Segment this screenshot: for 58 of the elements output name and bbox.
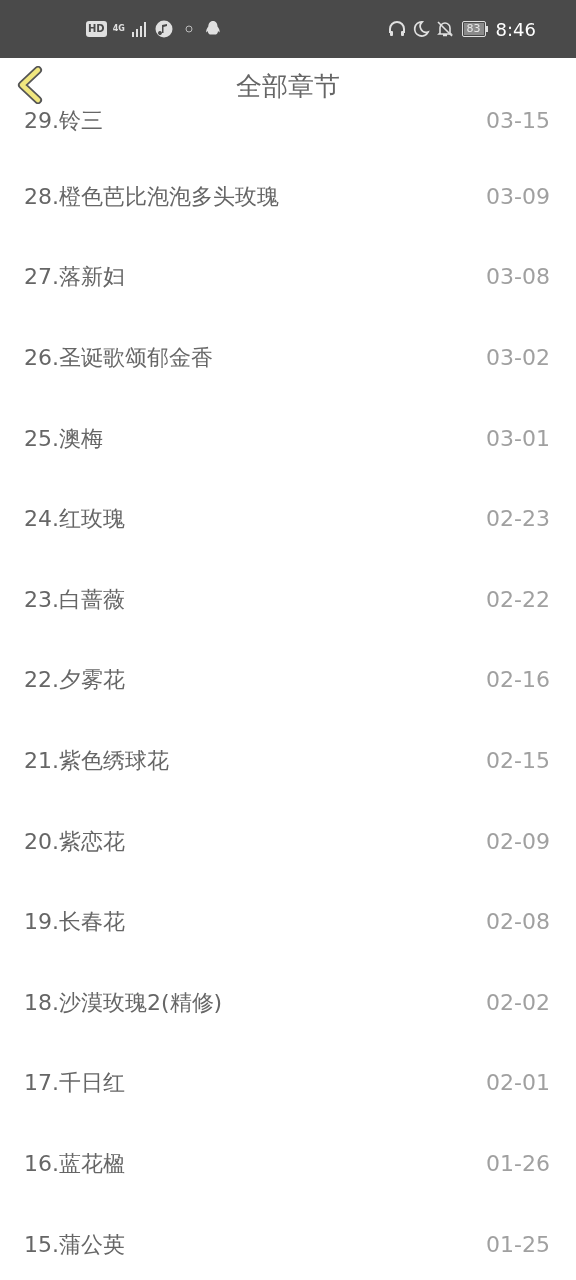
chapter-title: 26.圣诞歌颂郁金香 bbox=[24, 344, 213, 372]
chapter-row[interactable]: 18.沙漠玫瑰2(精修) 02-02 bbox=[0, 961, 576, 1043]
chapter-title: 16.蓝花楹 bbox=[24, 1149, 125, 1178]
clock: 8:46 bbox=[495, 17, 536, 42]
chapter-title: 24.红玫瑰 bbox=[24, 505, 125, 534]
bell-off-icon bbox=[435, 20, 454, 38]
chapter-row[interactable]: 20.紫恋花 02-09 bbox=[0, 800, 576, 882]
chapter-date: 02-22 bbox=[486, 585, 550, 614]
chapter-date: 02-08 bbox=[486, 908, 550, 937]
chapter-title: 25.澳梅 bbox=[24, 424, 103, 453]
chapter-row[interactable]: 23.白蔷薇 02-22 bbox=[0, 558, 576, 640]
chapter-title: 17.千日红 bbox=[24, 1069, 125, 1098]
page-title: 全部章节 bbox=[236, 69, 340, 103]
chapter-title: 18.沙漠玫瑰2(精修) bbox=[24, 988, 223, 1017]
music-icon bbox=[154, 20, 173, 38]
chapter-date: 02-15 bbox=[486, 746, 550, 775]
chapter-title: 21.紫色绣球花 bbox=[24, 746, 169, 775]
hd-badge: HD bbox=[86, 21, 107, 37]
chapter-title: 28.橙色芭比泡泡多头玫瑰 bbox=[24, 182, 279, 211]
chapter-row[interactable]: 29.铃三 03-15 bbox=[0, 104, 576, 156]
chapter-date: 03-02 bbox=[486, 344, 550, 372]
chapter-title: 27.落新妇 bbox=[24, 263, 125, 292]
headphones-icon bbox=[387, 20, 406, 38]
battery-icon: 83 bbox=[461, 21, 488, 37]
penguin-icon bbox=[204, 20, 221, 38]
chapter-date: 02-09 bbox=[486, 827, 550, 856]
moon-icon bbox=[411, 20, 430, 38]
back-icon bbox=[16, 66, 44, 104]
chapter-date: 01-25 bbox=[486, 1230, 550, 1259]
chapter-row[interactable]: 25.澳梅 03-01 bbox=[0, 397, 576, 479]
chapter-date: 02-16 bbox=[486, 666, 550, 695]
chapter-title: 19.长春花 bbox=[24, 908, 125, 937]
chapter-date: 03-15 bbox=[486, 107, 550, 135]
network-label: 4G bbox=[112, 25, 125, 33]
chapter-row[interactable]: 27.落新妇 03-08 bbox=[0, 236, 576, 318]
chapter-row[interactable]: 22.夕雾花 02-16 bbox=[0, 639, 576, 721]
chapter-row[interactable]: 21.紫色绣球花 02-15 bbox=[0, 720, 576, 801]
chapter-date: 03-09 bbox=[486, 182, 550, 211]
dot-icon bbox=[184, 25, 193, 33]
chapter-row[interactable]: 19.长春花 02-08 bbox=[0, 881, 576, 962]
chapter-date: 03-01 bbox=[486, 424, 550, 453]
chapter-row[interactable]: 17.千日红 02-01 bbox=[0, 1042, 576, 1124]
chapter-date: 01-26 bbox=[486, 1149, 550, 1178]
chapter-row[interactable]: 26.圣诞歌颂郁金香 03-02 bbox=[0, 317, 576, 398]
chapter-row[interactable]: 28.橙色芭比泡泡多头玫瑰 03-09 bbox=[0, 156, 576, 237]
chapter-row[interactable]: 16.蓝花楹 01-26 bbox=[0, 1123, 576, 1204]
chapter-title: 15.蒲公英 bbox=[24, 1230, 125, 1259]
signal-icon bbox=[130, 21, 149, 37]
chapter-title: 23.白蔷薇 bbox=[24, 585, 125, 614]
chapter-date: 02-02 bbox=[486, 988, 550, 1017]
chapter-date: 02-23 bbox=[486, 505, 550, 534]
chapter-title: 29.铃三 bbox=[24, 107, 103, 135]
chapter-title: 20.紫恋花 bbox=[24, 827, 125, 856]
chapter-row[interactable]: 15.蒲公英 01-25 bbox=[0, 1203, 576, 1280]
chapter-date: 03-08 bbox=[486, 263, 550, 292]
chapter-title: 22.夕雾花 bbox=[24, 666, 125, 695]
chapter-row[interactable]: 24.红玫瑰 02-23 bbox=[0, 478, 576, 559]
chapter-date: 02-01 bbox=[486, 1069, 550, 1098]
